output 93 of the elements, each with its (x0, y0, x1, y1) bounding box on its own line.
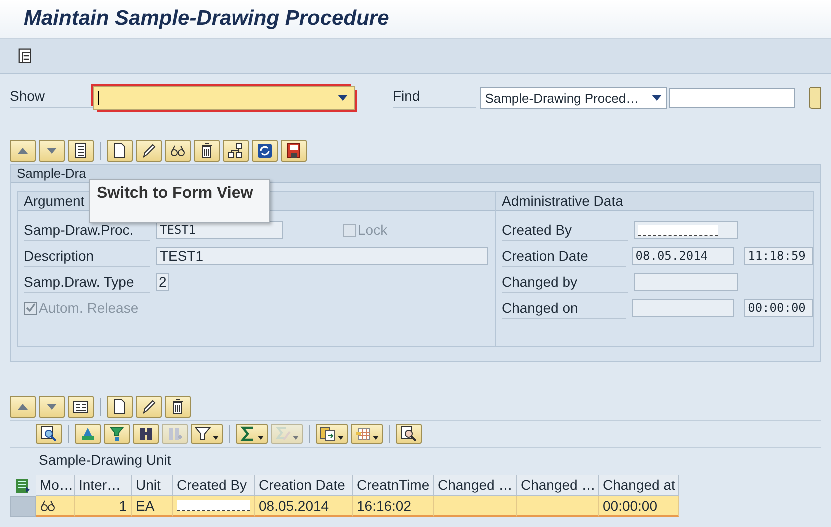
input-field[interactable]: 11:18:59 (744, 247, 813, 265)
panel-title: Sample-Dra (17, 166, 86, 181)
page-icon (112, 143, 128, 159)
sigma-icon (240, 426, 256, 442)
table-cell: EA (132, 496, 173, 517)
pencil-icon (141, 399, 157, 415)
field-label: Find (392, 88, 476, 108)
scroll-icon (16, 47, 34, 65)
list-icon (73, 143, 89, 159)
group-title: Argument (24, 193, 85, 209)
toolbar-button[interactable] (16, 47, 34, 65)
toolbar-button[interactable] (252, 140, 278, 162)
toolbar-button[interactable] (194, 140, 220, 162)
checkbox-label: Lock (358, 222, 388, 238)
field-label: Description (24, 246, 150, 266)
window-title: Maintain Sample-Drawing Procedure (24, 7, 390, 31)
page-icon (112, 399, 128, 415)
toolbar-button[interactable] (136, 140, 162, 162)
export-icon (320, 426, 336, 442)
grid-icon (355, 426, 371, 442)
column-header[interactable]: Created By (173, 475, 255, 496)
table-cell: 00:00:00 (599, 496, 679, 517)
caret-icon (338, 435, 344, 441)
table-cell: 1 (75, 496, 132, 517)
input-field[interactable]: TEST1 (156, 221, 283, 239)
toolbar-button[interactable] (36, 424, 62, 444)
input-field[interactable] (634, 273, 738, 291)
toolbar-button[interactable] (68, 396, 94, 418)
hierarchy-icon (228, 143, 244, 159)
column-header[interactable]: Changed … (517, 475, 599, 496)
input-field[interactable]: 00:00:00 (744, 299, 813, 317)
column-header[interactable]: Creation Date (255, 475, 353, 496)
search-field[interactable] (669, 88, 796, 108)
dropdown-arrow-icon (652, 95, 662, 101)
tooltip-text: Switch to Form View (97, 185, 254, 202)
toolbar-button[interactable] (165, 396, 191, 418)
table-title: Sample-Drawing Unit (38, 451, 172, 470)
dropdown-arrow-icon (338, 95, 348, 101)
input-field[interactable]: TEST1 (156, 247, 488, 265)
column-header[interactable]: Unit (132, 475, 173, 496)
input-field[interactable]: 08.05.2014 (632, 247, 734, 265)
pencil-icon (141, 143, 157, 159)
field-label: Samp.Draw. Type (24, 272, 150, 292)
column-header[interactable]: Inter… (75, 475, 132, 496)
column-header[interactable]: CreatnTime (353, 475, 434, 496)
input-field[interactable] (632, 299, 734, 317)
input-field[interactable]: 2 (156, 273, 169, 291)
table-cell: 16:16:02 (353, 496, 434, 517)
refresh-icon (257, 143, 273, 159)
sigma-icon (275, 426, 291, 442)
field-label: Changed by (502, 272, 628, 292)
magnifier-icon (41, 426, 57, 442)
binoculars-icon (167, 426, 183, 442)
toolbar-button[interactable] (316, 424, 348, 444)
checkbox-label: Autom. Release (39, 300, 139, 316)
sort-ascending-icon (80, 426, 96, 442)
caret-icon (258, 435, 264, 441)
trash-icon (199, 143, 215, 159)
toolbar-button[interactable] (107, 396, 133, 418)
glasses-icon (170, 143, 186, 159)
input-field[interactable] (634, 221, 738, 239)
binoculars-icon (138, 426, 154, 442)
toolbar-button[interactable] (236, 424, 268, 444)
toolbar-button[interactable] (133, 424, 159, 444)
caret-icon (213, 435, 219, 441)
caret-icon (293, 435, 299, 441)
find-button[interactable] (809, 87, 821, 109)
magnifier-icon (401, 426, 417, 442)
field-label: Creation Date (502, 246, 626, 266)
toolbar-button[interactable] (191, 424, 223, 444)
find-dropdown[interactable]: Sample-Drawing Proced… (480, 87, 668, 109)
text-cursor (98, 91, 100, 105)
toolbar-button[interactable] (136, 396, 162, 418)
toolbar-button[interactable] (396, 424, 422, 444)
sort-descending-icon (109, 426, 125, 442)
field-label: Changed on (502, 298, 626, 318)
toolbar-button[interactable] (223, 140, 249, 162)
caret-icon (373, 435, 379, 441)
toolbar-button[interactable] (165, 140, 191, 162)
toolbar-button[interactable] (281, 140, 307, 162)
details-icon (73, 399, 89, 415)
select-all-icon (15, 478, 31, 494)
toolbar-button[interactable] (104, 424, 130, 444)
group-title: Administrative Data (502, 193, 624, 209)
toolbar-button[interactable] (107, 140, 133, 162)
table-cell: 08.05.2014 (255, 496, 353, 517)
toolbar-button[interactable] (68, 140, 94, 162)
funnel-icon (195, 426, 211, 442)
column-header[interactable]: Mo… (36, 475, 75, 496)
column-header[interactable]: Changed at (599, 475, 679, 496)
column-header[interactable]: Changed … (434, 475, 517, 496)
field-label: Created By (502, 220, 628, 240)
trash-icon (170, 399, 186, 415)
